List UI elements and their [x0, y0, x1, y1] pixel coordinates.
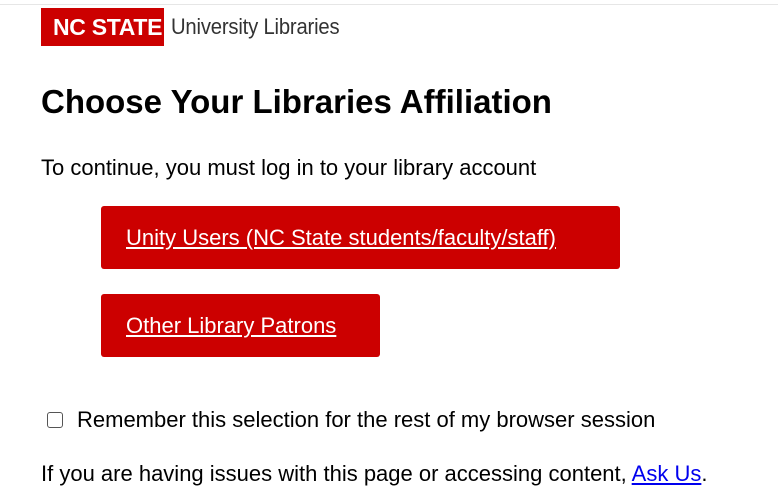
logo-badge: NC STATE: [41, 8, 164, 46]
help-text: If you are having issues with this page …: [41, 460, 707, 488]
ncsu-libraries-logo[interactable]: NC STATE University Libraries: [41, 8, 354, 46]
remember-selection[interactable]: Remember this selection for the rest of …: [47, 407, 655, 433]
intro-text: To continue, you must log in to your lib…: [41, 155, 537, 180]
remember-label: Remember this selection for the rest of …: [77, 407, 656, 432]
help-trailing: .: [701, 461, 708, 486]
unity-users-button[interactable]: Unity Users (NC State students/faculty/s…: [101, 206, 620, 269]
unity-users-button-label: Unity Users (NC State students/faculty/s…: [126, 224, 556, 250]
remember-checkbox[interactable]: [47, 412, 63, 428]
ask-us-link[interactable]: Ask Us: [632, 461, 702, 486]
top-divider: [0, 4, 778, 5]
other-patrons-button-label: Other Library Patrons: [126, 312, 337, 338]
other-patrons-button[interactable]: Other Library Patrons: [101, 294, 380, 357]
help-message: If you are having issues with this page …: [41, 461, 632, 486]
page: NC STATE University Libraries Choose You…: [0, 0, 778, 496]
page-title: Choose Your Libraries Affiliation: [41, 83, 552, 120]
logo-text: University Libraries: [171, 14, 340, 39]
